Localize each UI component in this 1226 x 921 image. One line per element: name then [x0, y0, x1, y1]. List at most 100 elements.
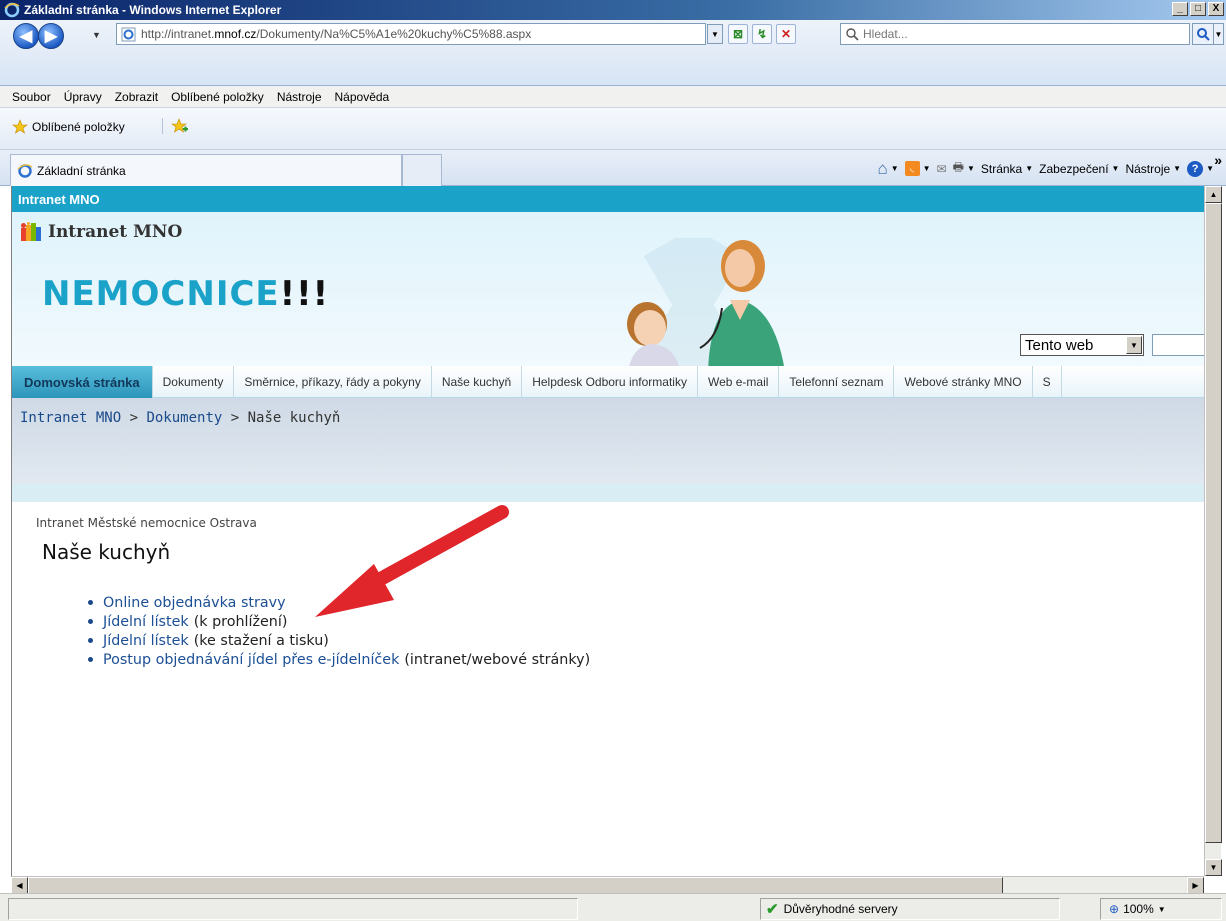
search-icon [846, 28, 859, 41]
address-input[interactable]: http://intranet. mnof.cz/Dokumenty/Na%C5%… [116, 23, 706, 45]
address-dropdown-button[interactable]: ▼ [707, 24, 723, 44]
minimize-button[interactable]: _ [1172, 2, 1188, 16]
ordering-procedure-link[interactable]: Postup objednávání jídel přes e-jídelníč… [103, 652, 399, 668]
site-title[interactable]: Intranet MNO [20, 222, 182, 242]
mail-icon: ✉ [936, 161, 947, 176]
vertical-scroll-thumb[interactable] [1205, 203, 1222, 843]
command-bar-overflow[interactable]: » [1214, 152, 1222, 168]
ie-page-icon [121, 27, 136, 42]
nav-documents[interactable]: Dokumenty [153, 366, 235, 398]
feeds-button[interactable]: ◟ ▼ [904, 161, 931, 176]
nav-kitchen[interactable]: Naše kuchyň [432, 366, 523, 398]
nav-phonebook[interactable]: Telefonní seznam [779, 366, 895, 398]
nav-helpdesk[interactable]: Helpdesk Odboru informatiky [522, 366, 698, 398]
home-button[interactable]: ⌂ ▼ [877, 159, 898, 179]
search-options-dropdown[interactable]: ▼ [1213, 23, 1224, 45]
menu-help[interactable]: Nápověda [335, 90, 390, 104]
new-tab-button[interactable] [402, 154, 442, 186]
read-mail-button[interactable]: ✉ [937, 162, 947, 176]
compatibility-view-icon[interactable]: ⊠ [728, 24, 748, 44]
add-favorite-icon [171, 118, 188, 133]
back-button[interactable]: ◀ [13, 23, 39, 49]
security-zone[interactable]: ✔ Důvěryhodné servery [760, 898, 1060, 920]
menu-view-link[interactable]: Jídelní lístek [103, 614, 189, 630]
nav-website[interactable]: Webové stránky MNO [894, 366, 1033, 398]
nav-webmail[interactable]: Web e-mail [698, 366, 780, 398]
window-titlebar: Základní stránka - Windows Internet Expl… [0, 0, 1226, 20]
nav-home[interactable]: Domovská stránka [12, 366, 153, 398]
ie-logo-icon [4, 2, 20, 18]
menu-file[interactable]: Soubor [12, 90, 51, 104]
stop-icon[interactable]: ✕ [776, 24, 796, 44]
search-scope-select[interactable]: Tento web ▼ [1020, 334, 1144, 356]
brand-logo: NEMOCNICE!!! [42, 274, 329, 314]
header-divider [12, 484, 1204, 502]
add-to-favorites-bar-button[interactable] [162, 118, 189, 134]
link-note: (ke stažení a tisku) [193, 632, 329, 649]
page-viewport: Intranet MNO Intranet MNO NEMOCNICE!!! T… [11, 186, 1204, 876]
nav-more[interactable]: S [1033, 366, 1062, 398]
close-button[interactable]: X [1208, 2, 1224, 16]
favorites-bar: Oblíbené položky [0, 108, 1226, 150]
breadcrumb-separator: > [222, 410, 248, 426]
star-icon [12, 119, 28, 134]
ie-tab-icon [17, 163, 33, 178]
scroll-up-arrow[interactable]: ▲ [1205, 186, 1222, 203]
breadcrumb-documents-link[interactable]: Dokumenty [146, 410, 222, 426]
tab-current[interactable]: Základní stránka [10, 154, 402, 186]
search-placeholder: Hledat... [863, 27, 908, 41]
safety-menu-button[interactable]: Zabezpečení ▼ [1039, 162, 1119, 176]
zoom-icon: ⊕ [1109, 902, 1120, 916]
maximize-button[interactable]: □ [1190, 2, 1206, 16]
page-menu-button[interactable]: Stránka ▼ [981, 162, 1033, 176]
link-note: (intranet/webové stránky) [404, 651, 591, 668]
chevron-down-icon: ▼ [1157, 904, 1166, 914]
horizontal-scroll-thumb[interactable] [28, 877, 1003, 894]
kitchen-links-list: Online objednávka stravy Jídelní lístek(… [88, 593, 590, 669]
link-note: (k prohlížení) [193, 613, 288, 630]
url-path: /Dokumenty/Na%C5%A1e%20kuchy%C5%88.aspx [256, 27, 532, 41]
menu-tools[interactable]: Nástroje [277, 90, 322, 104]
vertical-scrollbar[interactable]: ▲ ▼ [1204, 186, 1222, 876]
url-domain: mnof.cz [214, 27, 257, 41]
brand-exclaim: !!! [279, 274, 330, 314]
menu-edit[interactable]: Úpravy [64, 90, 102, 104]
online-order-link[interactable]: Online objednávka stravy [103, 595, 286, 611]
status-text-area [8, 898, 578, 920]
scroll-down-arrow[interactable]: ▼ [1205, 859, 1222, 876]
list-item: Jídelní lístek (ke stažení a tisku) [88, 631, 590, 650]
site-title-text: Intranet MNO [48, 222, 183, 242]
favorites-button[interactable]: Oblíbené položky [12, 119, 125, 135]
tab-bar: Základní stránka ⌂ ▼ ◟ ▼ ✉ 🖶 ▼ Stránka ▼ Zab… [0, 150, 1226, 186]
breadcrumb-root-link[interactable]: Intranet MNO [20, 410, 121, 426]
site-top-bar-title[interactable]: Intranet MNO [18, 192, 100, 207]
window-title: Základní stránka - Windows Internet Expl… [24, 3, 282, 17]
chevron-down-icon: ▼ [1126, 336, 1142, 354]
favorites-label: Oblíbené položky [32, 120, 125, 134]
menu-favorites[interactable]: Oblíbené položky [171, 90, 264, 104]
tools-menu-button[interactable]: Nástroje ▼ [1125, 162, 1181, 176]
search-input[interactable]: Hledat... [840, 23, 1190, 45]
recent-pages-dropdown[interactable]: ▼ [92, 30, 101, 40]
horizontal-scrollbar[interactable]: ◀ ▶ [11, 876, 1204, 894]
header-hero-image [627, 237, 785, 372]
top-navigation: Domovská stránka Dokumenty Směrnice, pří… [12, 366, 1204, 398]
menu-view[interactable]: Zobrazit [115, 90, 158, 104]
refresh-icon[interactable]: ↯ [752, 24, 772, 44]
rss-icon: ◟ [904, 161, 920, 176]
site-search-input[interactable] [1152, 334, 1204, 356]
printer-icon: 🖶 [952, 160, 964, 174]
nav-directives[interactable]: Směrnice, příkazy, řády a pokyny [234, 366, 432, 398]
scroll-left-arrow[interactable]: ◀ [11, 877, 28, 894]
forward-button[interactable]: ▶ [38, 23, 64, 49]
search-go-button[interactable] [1192, 23, 1214, 45]
arrow-left-icon: ◀ [19, 28, 33, 45]
zoom-control[interactable]: ⊕ 100% ▼ [1100, 898, 1222, 920]
scroll-right-arrow[interactable]: ▶ [1187, 877, 1204, 894]
url-prefix: http://intranet. [141, 27, 215, 41]
list-item: Postup objednávání jídel přes e-jídelníč… [88, 650, 590, 669]
print-button[interactable]: 🖶 ▼ [953, 158, 975, 179]
menu-download-link[interactable]: Jídelní lístek [103, 633, 189, 649]
help-menu-button[interactable]: ? ▼ [1187, 160, 1214, 177]
status-bar: ✔ Důvěryhodné servery ⊕ 100% ▼ [0, 893, 1226, 921]
